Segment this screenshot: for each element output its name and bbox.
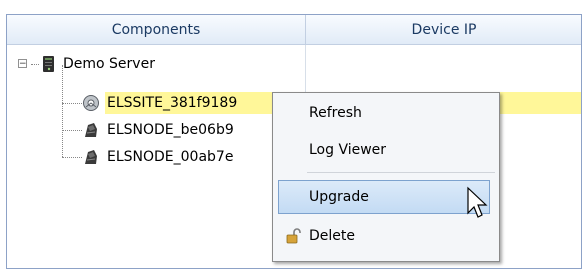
menu-label-upgrade: Upgrade (309, 189, 369, 205)
node-icon (85, 123, 97, 137)
site-icon (83, 95, 99, 111)
tree-row-node-2[interactable]: ELSNODE_00ab7e (7, 146, 305, 168)
unlock-icon (286, 228, 301, 244)
menu-label-refresh: Refresh (309, 105, 362, 121)
menu-label-log-viewer: Log Viewer (309, 142, 387, 158)
tree-label-node-1: ELSNODE_be06b9 (107, 122, 234, 138)
tree-row-site[interactable]: ELSSITE_381f9189 (7, 92, 581, 114)
column-header-components[interactable]: Components (7, 15, 306, 45)
tree-row-node-1[interactable]: ELSNODE_be06b9 (7, 119, 305, 141)
tree-label-node-2: ELSNODE_00ab7e (107, 149, 234, 165)
menu-item-delete[interactable]: Delete (273, 219, 499, 253)
context-menu: Refresh Log Viewer Upgrade Delete (272, 92, 500, 262)
mouse-pointer-icon (467, 186, 488, 218)
collapse-toggle[interactable]: − (18, 59, 27, 69)
menu-item-log-viewer[interactable]: Log Viewer (273, 133, 499, 167)
tree-label-site: ELSSITE_381f9189 (107, 95, 238, 111)
table-header: Components Device IP (7, 15, 581, 45)
menu-separator (307, 172, 495, 173)
node-icon (85, 150, 97, 164)
tree-row-root[interactable]: − Demo Server (7, 53, 305, 75)
tree-label-root: Demo Server (63, 56, 155, 72)
menu-item-refresh[interactable]: Refresh (273, 96, 499, 130)
menu-label-delete: Delete (309, 228, 355, 244)
server-icon (43, 56, 54, 72)
column-header-device-ip[interactable]: Device IP (305, 15, 582, 45)
